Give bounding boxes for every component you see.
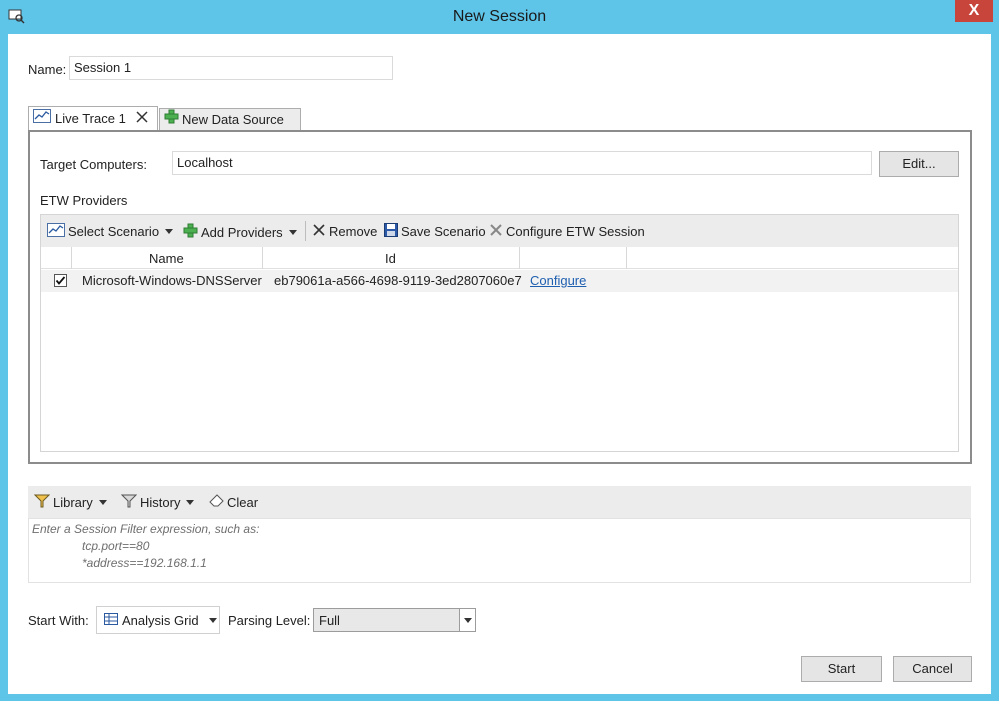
dialog-body: Name: Session 1 Live Trace 1 New Data So…: [8, 34, 991, 694]
close-tab-icon[interactable]: [136, 108, 148, 130]
remove-button[interactable]: Remove: [312, 223, 377, 240]
add-icon: [164, 109, 179, 131]
clear-label: Clear: [227, 494, 259, 510]
filter-hint: Enter a Session Filter expression, such …: [32, 522, 260, 536]
target-computers-label: Target Computers:: [40, 157, 147, 172]
start-with-select[interactable]: Analysis Grid: [96, 606, 220, 634]
grid-header: Name Id: [41, 247, 958, 269]
cancel-button[interactable]: Cancel: [893, 656, 972, 682]
provider-id: eb79061a-a566-4698-9119-3ed2807060e7: [274, 273, 522, 288]
edit-button[interactable]: Edit...: [879, 151, 959, 177]
start-button[interactable]: Start: [801, 656, 882, 682]
filter-hint-example-2: *address==192.168.1.1: [82, 556, 207, 570]
select-scenario-button[interactable]: Select Scenario: [47, 223, 174, 240]
grid-icon: [104, 612, 118, 628]
tools-icon: [489, 223, 503, 240]
add-providers-button[interactable]: Add Providers: [183, 223, 297, 241]
save-scenario-label: Save Scenario: [401, 224, 486, 239]
remove-icon: [312, 223, 326, 240]
add-icon: [183, 223, 198, 241]
parsing-level-label: Parsing Level:: [228, 613, 311, 628]
chevron-down-icon: [288, 229, 297, 235]
chevron-down-icon[interactable]: [459, 609, 475, 631]
tab-new-data-source[interactable]: New Data Source: [159, 108, 301, 130]
toolbar-divider: [305, 221, 306, 241]
name-label: Name:: [28, 62, 67, 77]
window-title: New Session: [452, 8, 547, 25]
session-filter-input[interactable]: Enter a Session Filter expression, such …: [28, 518, 971, 583]
start-with-value: Analysis Grid: [122, 612, 199, 628]
chevron-down-icon: [98, 500, 107, 505]
history-icon: [120, 494, 138, 511]
session-name-input[interactable]: Session 1: [69, 56, 393, 80]
start-with-label: Start With:: [28, 613, 89, 628]
chevron-down-icon: [208, 617, 217, 623]
chevron-down-icon: [165, 229, 174, 234]
library-icon: [33, 494, 51, 511]
data-source-panel: Target Computers: Localhost Edit... ETW …: [28, 130, 972, 464]
title-bar: New Session X: [0, 0, 999, 34]
configure-link[interactable]: Configure: [530, 273, 586, 288]
select-scenario-label: Select Scenario: [68, 224, 160, 239]
column-header-id[interactable]: Id: [385, 251, 396, 266]
history-button[interactable]: History: [120, 494, 195, 511]
target-computers-input[interactable]: Localhost: [172, 151, 872, 175]
add-providers-label: Add Providers: [201, 224, 283, 240]
parsing-level-value: Full: [319, 613, 340, 628]
etw-providers-grid: Select Scenario Add Providers Remove Sav…: [40, 214, 959, 452]
tab-live-trace-1[interactable]: Live Trace 1: [28, 106, 158, 130]
clear-button[interactable]: Clear: [209, 494, 258, 510]
tab-label: Live Trace 1: [55, 110, 126, 126]
etw-providers-label: ETW Providers: [40, 193, 128, 208]
filter-hint-example-1: tcp.port==80: [82, 539, 150, 553]
configure-etw-session-button[interactable]: Configure ETW Session: [489, 223, 645, 240]
etw-toolbar: Select Scenario Add Providers Remove Sav…: [41, 215, 958, 247]
chart-icon: [33, 108, 51, 130]
tab-label: New Data Source: [182, 111, 284, 127]
filter-toolbar: Library History Clear: [28, 486, 971, 518]
provider-checkbox[interactable]: [54, 274, 67, 287]
provider-name: Microsoft-Windows-DNSServer: [82, 273, 262, 288]
save-icon: [384, 223, 398, 240]
save-scenario-button[interactable]: Save Scenario: [384, 223, 486, 240]
chart-icon: [47, 223, 65, 240]
close-button[interactable]: X: [955, 0, 993, 22]
chevron-down-icon: [186, 500, 195, 505]
column-header-name[interactable]: Name: [149, 251, 184, 266]
new-session-window: New Session X Name: Session 1 Live Trace…: [0, 0, 999, 701]
parsing-level-select[interactable]: Full: [313, 608, 476, 632]
configure-etw-session-label: Configure ETW Session: [506, 224, 645, 239]
library-button[interactable]: Library: [33, 494, 107, 511]
eraser-icon: [209, 494, 224, 510]
history-label: History: [140, 495, 181, 510]
remove-label: Remove: [329, 224, 378, 239]
table-row[interactable]: Microsoft-Windows-DNSServer eb79061a-a56…: [41, 270, 958, 292]
library-label: Library: [53, 495, 93, 510]
